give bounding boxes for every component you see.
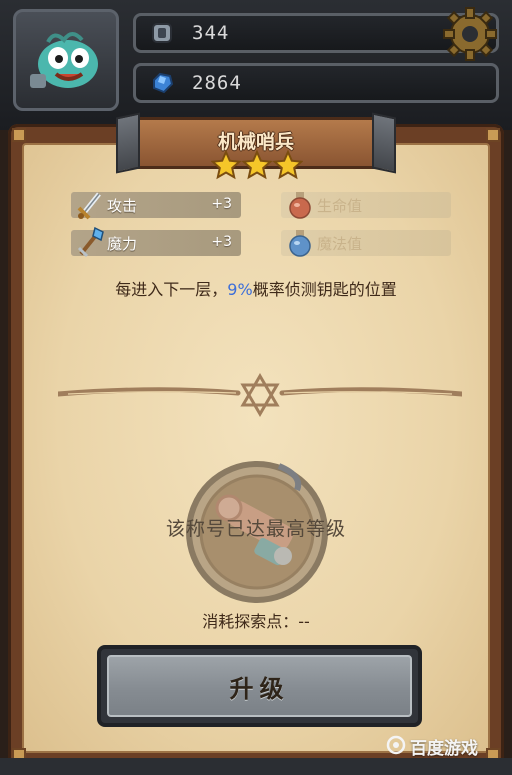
watermark: 百度游戏 xyxy=(410,739,478,759)
exploration-cost: 消耗探索点：-- xyxy=(202,612,310,631)
scroll-token-icon xyxy=(152,23,172,43)
red-potion-icon xyxy=(289,192,311,219)
description-percent: 9% xyxy=(227,280,253,299)
upgrade-button[interactable]: 升级 xyxy=(97,645,422,727)
max-level-text: 该称号已达最高等级 xyxy=(165,518,346,540)
star-icon xyxy=(241,150,273,180)
upgrade-button-face: 升级 xyxy=(107,655,412,717)
player-avatar-icon xyxy=(30,32,98,88)
baidu-game-logo-icon xyxy=(386,735,406,755)
ability-description: 每进入下一层，9%概率侦测钥匙的位置 xyxy=(0,276,512,300)
ornament-divider xyxy=(58,373,462,417)
stat-mp: 魔法值 xyxy=(281,230,451,257)
stat-attack-label: 攻击 xyxy=(107,197,138,215)
star-rating xyxy=(211,150,303,180)
gear-icon[interactable] xyxy=(442,6,498,62)
blue-potion-icon xyxy=(289,230,311,257)
staff-icon xyxy=(77,226,104,258)
description-prefix: 每进入下一层， xyxy=(115,280,228,299)
sword-icon xyxy=(77,192,101,220)
gem-resource-bar: 2864 xyxy=(133,63,499,103)
star-icon xyxy=(272,150,303,180)
stat-mp-label: 魔法值 xyxy=(317,235,363,253)
star-icon xyxy=(211,150,242,180)
description-suffix: 概率侦测钥匙的位置 xyxy=(252,280,397,299)
bottom-tab-strip xyxy=(0,758,512,775)
avatar[interactable] xyxy=(13,9,119,111)
stat-magic-bonus: +3 xyxy=(211,234,232,250)
scroll-resource-value: 344 xyxy=(192,22,230,44)
stat-attack-bonus: +3 xyxy=(211,196,232,212)
stat-magic-label: 魔力 xyxy=(107,235,138,253)
stat-attack: 攻击 +3 xyxy=(71,192,241,220)
gem-resource-value: 2864 xyxy=(192,72,242,94)
stat-hp: 生命值 xyxy=(281,192,451,219)
upgrade-button-label: 升级 xyxy=(229,675,290,703)
stat-magic: 魔力 +3 xyxy=(71,226,241,258)
blue-gem-icon xyxy=(153,72,174,94)
stat-hp-label: 生命值 xyxy=(317,197,363,215)
